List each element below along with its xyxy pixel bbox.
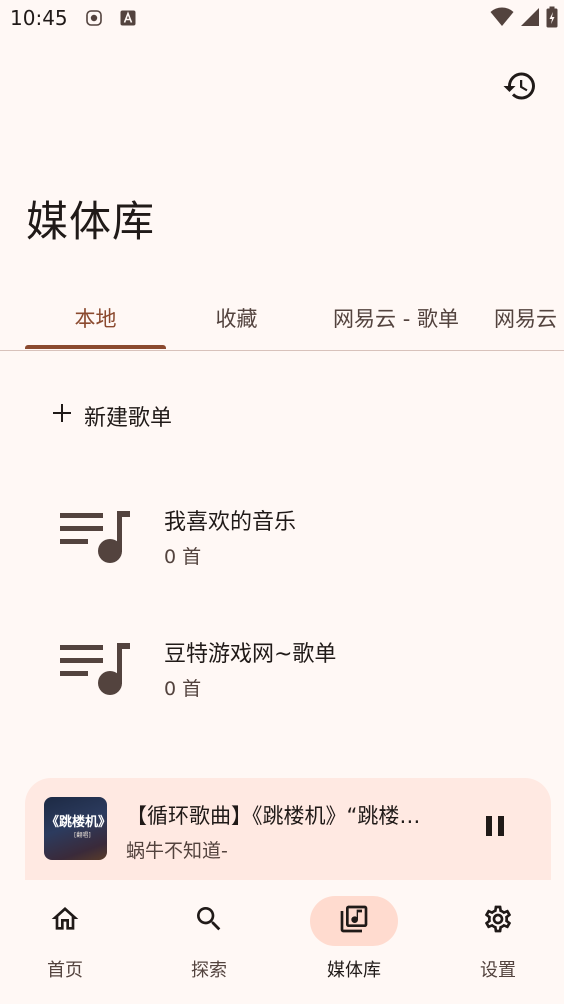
status-bar: 10:45 <box>0 0 564 40</box>
tab-local[interactable]: 本地 <box>25 288 166 348</box>
tab-indicator <box>25 345 166 349</box>
tab-netease[interactable]: 网易云 <box>494 288 564 348</box>
nav-settings[interactable]: 设置 <box>443 896 553 986</box>
playlist-title: 豆特游戏网~歌单 <box>164 642 337 667</box>
nav-explore-icon-wrap <box>165 896 253 946</box>
nav-library-icon-wrap <box>310 896 398 946</box>
nav-home[interactable]: 首页 <box>10 896 120 986</box>
battery-icon <box>546 6 558 32</box>
history-button[interactable] <box>498 66 542 110</box>
playlist-music-icon <box>60 508 132 564</box>
tab-favorites[interactable]: 收藏 <box>166 288 307 348</box>
playlist-count: 0 首 <box>164 678 202 700</box>
nav-home-label: 首页 <box>47 960 83 981</box>
new-playlist-button[interactable]: 新建歌单 <box>50 394 172 438</box>
pause-button[interactable] <box>477 810 513 846</box>
nav-library-label: 媒体库 <box>327 960 381 981</box>
nav-explore-label: 探索 <box>191 960 227 981</box>
mini-player[interactable]: 《跳楼机》 [翻唱] 【循环歌曲】《跳楼机》“跳楼机 一秒天堂 一秒地狱 蜗牛不… <box>25 778 551 888</box>
history-icon <box>502 68 538 108</box>
playlist-music-icon <box>60 640 132 696</box>
status-indicators <box>490 6 558 32</box>
tab-netease-playlists[interactable]: 网易云 - 歌单 <box>310 288 482 348</box>
playlist-count: 0 首 <box>164 546 202 568</box>
nav-settings-label: 设置 <box>480 960 516 981</box>
now-playing-title: 【循环歌曲】《跳楼机》“跳楼机 一秒天堂 一秒地狱 <box>126 804 438 828</box>
tab-bar: 本地 收藏 网易云 - 歌单 网易云 <box>0 288 564 351</box>
nav-library[interactable]: 媒体库 <box>299 896 409 986</box>
notification-app-icon <box>86 10 102 26</box>
status-time: 10:45 <box>10 6 68 30</box>
library-music-icon <box>338 903 370 939</box>
page-title: 媒体库 <box>26 197 156 246</box>
plus-icon <box>50 401 74 431</box>
home-icon <box>49 903 81 939</box>
now-playing-artist: 蜗牛不知道- <box>126 840 228 862</box>
bottom-navigation: 首页 探索 媒体库 设置 <box>0 880 564 1004</box>
playlist-title: 我喜欢的音乐 <box>164 510 297 535</box>
nav-settings-icon-wrap <box>454 896 542 946</box>
album-art: 《跳楼机》 [翻唱] <box>44 797 107 860</box>
search-icon <box>193 903 225 939</box>
signal-icon <box>520 7 540 31</box>
new-playlist-label: 新建歌单 <box>84 406 173 431</box>
album-art-title: 《跳楼机》 <box>46 815 107 830</box>
list-item[interactable]: 我喜欢的音乐 0 首 <box>0 486 564 586</box>
nav-explore[interactable]: 探索 <box>154 896 264 986</box>
nav-home-icon-wrap <box>21 896 109 946</box>
album-art-subtitle: [翻唱] <box>74 832 91 839</box>
list-item[interactable]: 豆特游戏网~歌单 0 首 <box>0 618 564 718</box>
notification-a-icon <box>120 10 136 26</box>
gear-icon <box>482 903 514 939</box>
pause-icon <box>482 813 508 843</box>
wifi-icon <box>490 7 514 31</box>
